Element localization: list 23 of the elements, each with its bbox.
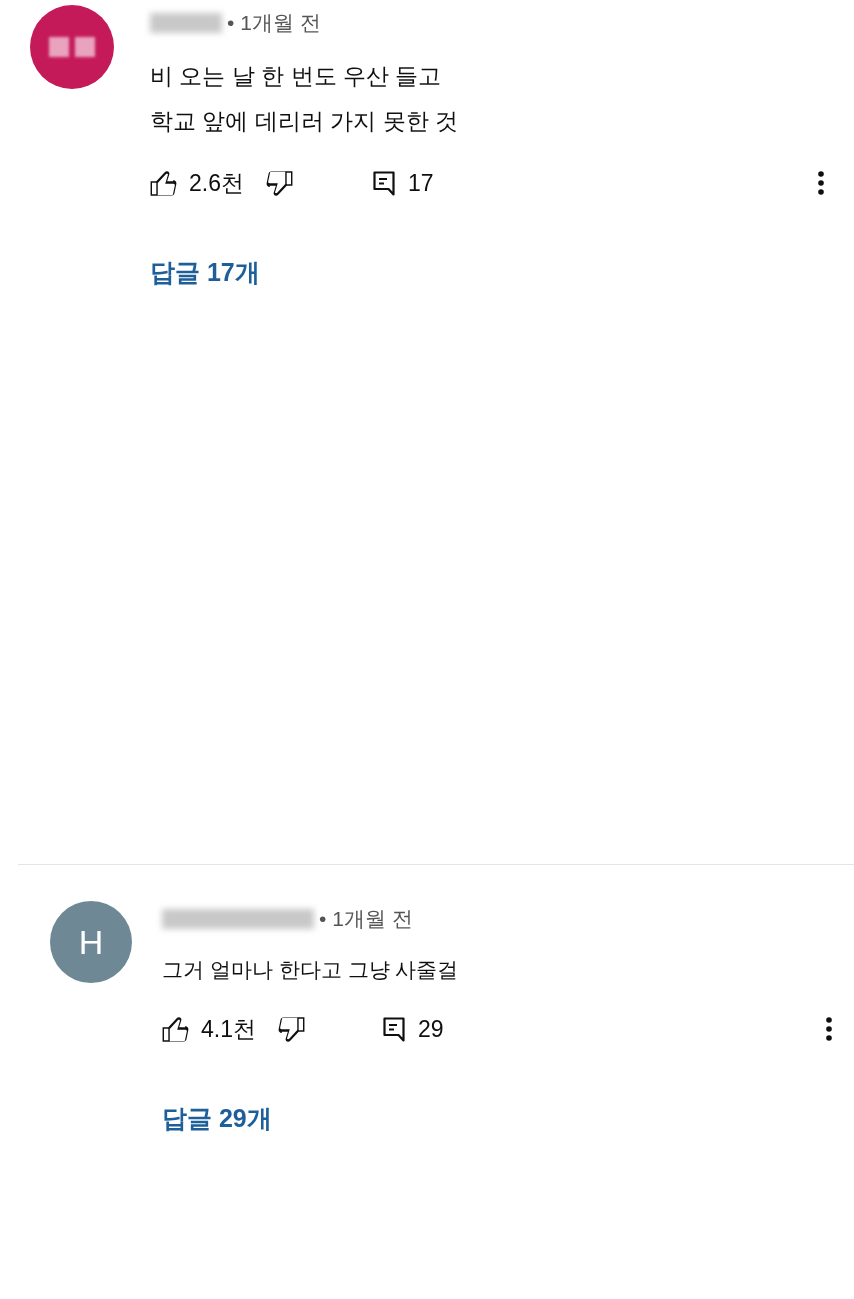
comment-icon — [373, 170, 395, 196]
comment-text: 비 오는 날 한 번도 우산 들고 학교 앞에 데리러 가지 못한 것 — [150, 62, 458, 136]
thumbs-up-icon — [150, 170, 177, 196]
reply-button[interactable]: 17 — [373, 165, 434, 201]
comment-time: • 1개월 전 — [227, 10, 321, 37]
thumbs-down-icon — [278, 1016, 305, 1042]
like-button[interactable]: 4.1천 — [162, 1011, 256, 1047]
more-options-icon — [826, 1017, 832, 1041]
thumbs-up-icon — [162, 1016, 189, 1042]
comment-time: • 1개월 전 — [319, 906, 413, 933]
thumbs-down-icon — [266, 170, 293, 196]
view-replies-link[interactable]: 답글 17개 — [150, 254, 260, 292]
like-button[interactable]: 2.6천 — [150, 165, 244, 201]
more-options-icon — [818, 171, 824, 195]
reply-button[interactable]: 29 — [383, 1011, 444, 1047]
more-options-button[interactable] — [826, 1017, 832, 1041]
more-options-button[interactable] — [818, 171, 824, 195]
comment-icon — [383, 1016, 405, 1042]
dislike-button[interactable] — [266, 170, 293, 196]
view-replies-link[interactable]: 답글 29개 — [162, 1100, 272, 1138]
avatar[interactable]: H — [50, 901, 132, 983]
comment-text: 그거 얼마나 한다고 그냥 사줄걸 — [162, 957, 459, 983]
dislike-button[interactable] — [278, 1016, 305, 1042]
